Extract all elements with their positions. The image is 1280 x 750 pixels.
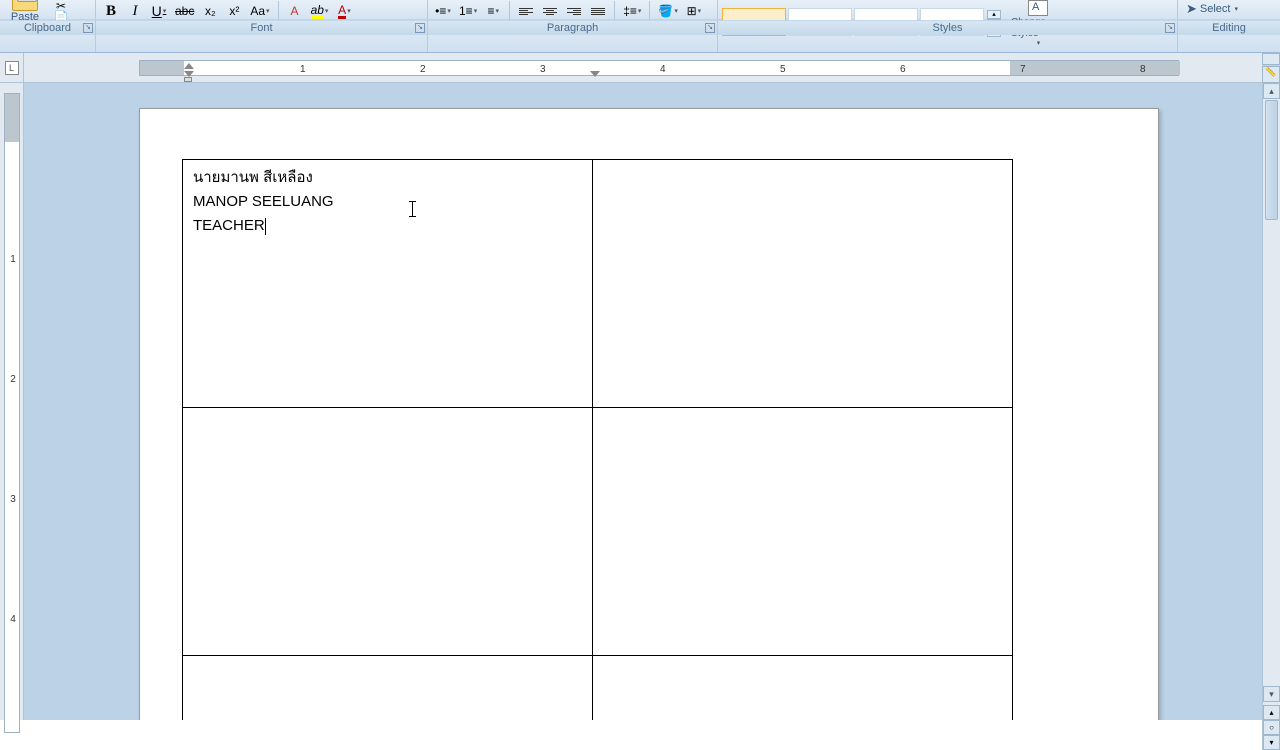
font-launcher[interactable]: ↘ bbox=[415, 23, 425, 33]
document-table[interactable]: นายมานพ สีเหลือง MANOP SEELUANG TEACHER bbox=[182, 159, 1013, 720]
paragraph-launcher[interactable]: ↘ bbox=[705, 23, 715, 33]
table-cell[interactable] bbox=[593, 160, 1013, 408]
align-left-button[interactable] bbox=[515, 0, 537, 22]
clipboard-icon bbox=[12, 0, 38, 11]
align-right-button[interactable] bbox=[563, 0, 585, 22]
line-spacing-icon: ‡≡ bbox=[623, 4, 637, 18]
left-indent[interactable] bbox=[184, 77, 192, 82]
subscript-button[interactable]: x₂ bbox=[199, 0, 221, 22]
styles-group-label: Styles bbox=[933, 22, 963, 34]
multilevel-button[interactable]: ≡▾ bbox=[482, 0, 504, 22]
font-group-label: Font bbox=[250, 22, 272, 34]
toggle-ruler[interactable]: 📏 bbox=[1262, 66, 1280, 83]
scroll-thumb[interactable] bbox=[1265, 100, 1278, 220]
highlight-button[interactable]: ab▾ bbox=[308, 0, 332, 22]
prev-page[interactable]: ▴ bbox=[1263, 705, 1280, 720]
paragraph-group-label: Paragraph bbox=[547, 22, 598, 34]
select-button[interactable]: ➤ Select▾ bbox=[1182, 0, 1276, 18]
borders-button[interactable]: ⊞▾ bbox=[683, 0, 705, 22]
text-cursor bbox=[265, 218, 266, 235]
change-case-button[interactable]: Aa▾ bbox=[247, 0, 272, 22]
styles-launcher[interactable]: ↘ bbox=[1165, 23, 1175, 33]
scroll-down[interactable]: ▾ bbox=[1263, 686, 1280, 702]
cell-line1: นายมานพ สีเหลือง bbox=[193, 166, 582, 190]
bullets-button[interactable]: •≡▾ bbox=[432, 0, 454, 22]
bullets-icon: •≡ bbox=[435, 4, 446, 18]
table-cell[interactable]: นายมานพ สีเหลือง MANOP SEELUANG TEACHER bbox=[183, 160, 593, 408]
italic-button[interactable]: I bbox=[124, 0, 146, 22]
cursor-icon: ➤ bbox=[1186, 1, 1197, 17]
clipboard-launcher[interactable]: ↘ bbox=[83, 23, 93, 33]
horizontal-ruler[interactable]: 1 2 3 4 5 6 7 8 bbox=[24, 53, 1262, 83]
justify-button[interactable] bbox=[587, 0, 609, 22]
table-cell[interactable] bbox=[183, 408, 593, 656]
next-page[interactable]: ▾ bbox=[1263, 735, 1280, 750]
font-color-button[interactable]: A▾ bbox=[333, 0, 355, 22]
bucket-icon: 🪣 bbox=[658, 4, 673, 18]
clear-formatting-button[interactable]: A bbox=[284, 0, 306, 22]
browse-object[interactable]: ○ bbox=[1263, 720, 1280, 735]
align-center-button[interactable] bbox=[539, 0, 561, 22]
clipboard-group-label: Clipboard bbox=[24, 22, 71, 34]
change-styles-icon bbox=[1028, 0, 1048, 16]
cell-line2: MANOP SEELUANG bbox=[193, 190, 582, 214]
table-cell[interactable] bbox=[593, 408, 1013, 656]
first-line-indent[interactable] bbox=[184, 63, 194, 69]
multilevel-icon: ≡ bbox=[487, 4, 494, 18]
scroll-up[interactable]: ▴ bbox=[1263, 83, 1280, 99]
mouse-ibeam bbox=[412, 201, 413, 217]
editing-group-label: Editing bbox=[1212, 22, 1246, 34]
numbering-button[interactable]: 1≡▾ bbox=[456, 0, 480, 22]
numbering-icon: 1≡ bbox=[459, 4, 473, 18]
tab-selector[interactable]: L bbox=[0, 53, 24, 83]
vertical-ruler[interactable]: 1 2 3 4 bbox=[0, 83, 24, 720]
underline-button[interactable]: U▾ bbox=[148, 0, 170, 22]
document-page[interactable]: นายมานพ สีเหลือง MANOP SEELUANG TEACHER bbox=[139, 108, 1159, 720]
styles-scroll-up[interactable]: ▴ bbox=[987, 10, 1001, 19]
right-indent[interactable] bbox=[590, 71, 600, 77]
border-icon: ⊞ bbox=[687, 4, 697, 18]
bold-button[interactable]: B bbox=[100, 0, 122, 22]
strikethrough-button[interactable]: abc bbox=[172, 0, 197, 22]
superscript-button[interactable]: x² bbox=[223, 0, 245, 22]
cell-line3: TEACHER bbox=[193, 217, 265, 234]
split-handle[interactable] bbox=[1262, 53, 1280, 65]
shading-button[interactable]: 🪣▾ bbox=[655, 0, 680, 22]
table-cell[interactable] bbox=[183, 656, 593, 721]
table-cell[interactable] bbox=[593, 656, 1013, 721]
line-spacing-button[interactable]: ‡≡▾ bbox=[620, 0, 644, 22]
